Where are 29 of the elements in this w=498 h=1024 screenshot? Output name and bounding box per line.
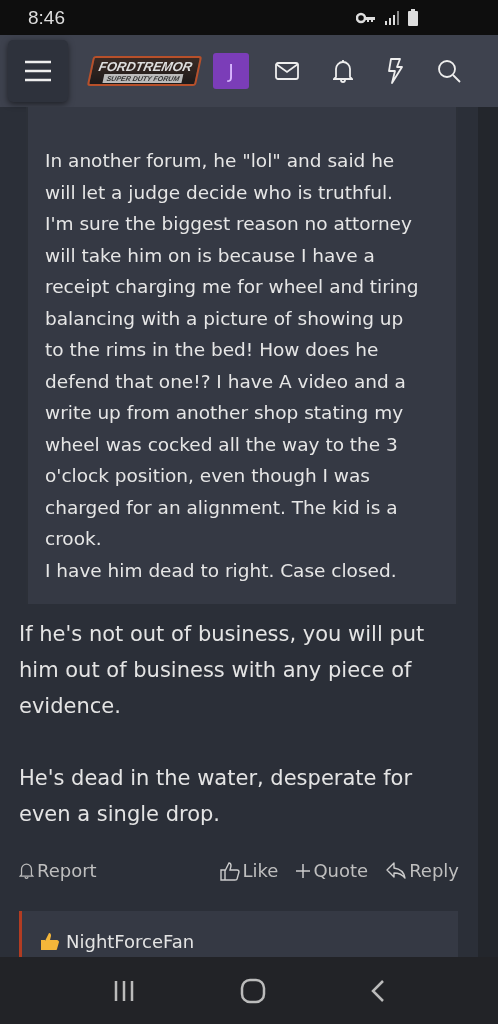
reaction-user-link[interactable]: NightForceFan [66, 930, 195, 952]
bell-icon[interactable] [333, 59, 354, 83]
quote-text: In another forum, he "lol" and said he will let a judge decide who is truthful. I'm sure the biggest reason no attorney will take him on is because I have a receipt charging me for wheel and tiring balancing with a picture of showing up to the rims in the bed! How does he defend that one!? I have A video and a write up from another shop stating my wheel was cocked all the way to the 3 o'clock position, even though I was charged for an alignment. The kid is a crook. [45, 149, 420, 551]
thumbs-up-icon [40, 931, 60, 951]
plus-icon [296, 863, 311, 878]
post-text: He's dead in the water, desperate for even a single drop. [19, 765, 413, 828]
search-icon[interactable] [437, 59, 462, 83]
logo-title: FORDTREMOR [97, 59, 194, 74]
menu-icon [24, 60, 52, 82]
thumbs-up-icon [219, 860, 240, 881]
user-avatar[interactable]: J [213, 53, 250, 89]
like-link[interactable]: Like [219, 860, 279, 881]
status-time: 8:46 [28, 6, 65, 29]
home-icon[interactable] [240, 977, 266, 1004]
quote-text: I have him dead to right. Case closed. [45, 558, 398, 583]
lightning-icon[interactable] [387, 58, 404, 84]
bell-icon [19, 862, 34, 879]
back-icon[interactable] [371, 978, 386, 1003]
recent-apps-icon[interactable] [112, 979, 135, 1002]
signal-icon [384, 10, 400, 25]
reply-arrow-icon [386, 862, 407, 879]
report-link[interactable]: Report [19, 860, 97, 881]
reply-link[interactable]: Reply [386, 860, 459, 881]
post-text: If he's not out of business, you will put him out of business with any piece of evidence. [19, 621, 426, 720]
quote-link[interactable]: Quote [296, 860, 369, 881]
mail-icon[interactable] [275, 62, 300, 80]
key-icon [356, 11, 376, 24]
menu-button[interactable] [8, 40, 68, 102]
battery-icon [408, 9, 418, 26]
